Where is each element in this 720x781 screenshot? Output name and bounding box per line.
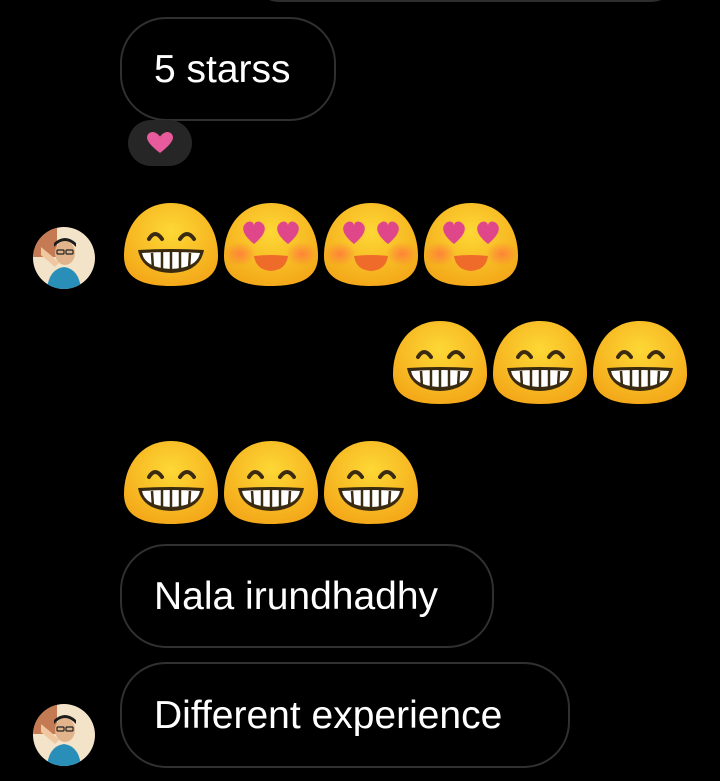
heart-eyes-face-icon [222, 200, 320, 288]
grinning-face-icon [391, 318, 489, 406]
message-text: Different experience [154, 693, 503, 737]
message-bubble-nala[interactable]: Nala irundhadhy [120, 544, 494, 648]
message-bubble-five-stars[interactable]: 5 starss [120, 17, 336, 121]
avatar[interactable] [33, 227, 95, 289]
message-text: Nala irundhadhy [154, 574, 439, 618]
heart-icon [147, 132, 173, 153]
message-bubble-different[interactable]: Different experience [120, 662, 570, 768]
avatar[interactable] [33, 704, 95, 766]
grinning-face-icon [122, 438, 220, 526]
emoji-message-row1[interactable] [122, 200, 520, 288]
user-photo [33, 227, 95, 289]
user-photo [33, 704, 95, 766]
heart-eyes-face-icon [422, 200, 520, 288]
grinning-face-icon [491, 318, 589, 406]
emoji-message-row3[interactable] [122, 438, 420, 526]
grinning-face-icon [591, 318, 689, 406]
grinning-face-icon [222, 438, 320, 526]
previous-message-bubble[interactable] [250, 0, 680, 2]
grinning-face-icon [122, 200, 220, 288]
message-text: 5 starss [154, 47, 291, 91]
emoji-message-row2[interactable] [391, 318, 689, 406]
heart-eyes-face-icon [322, 200, 420, 288]
grinning-face-icon [322, 438, 420, 526]
reaction-badge[interactable] [128, 120, 192, 166]
